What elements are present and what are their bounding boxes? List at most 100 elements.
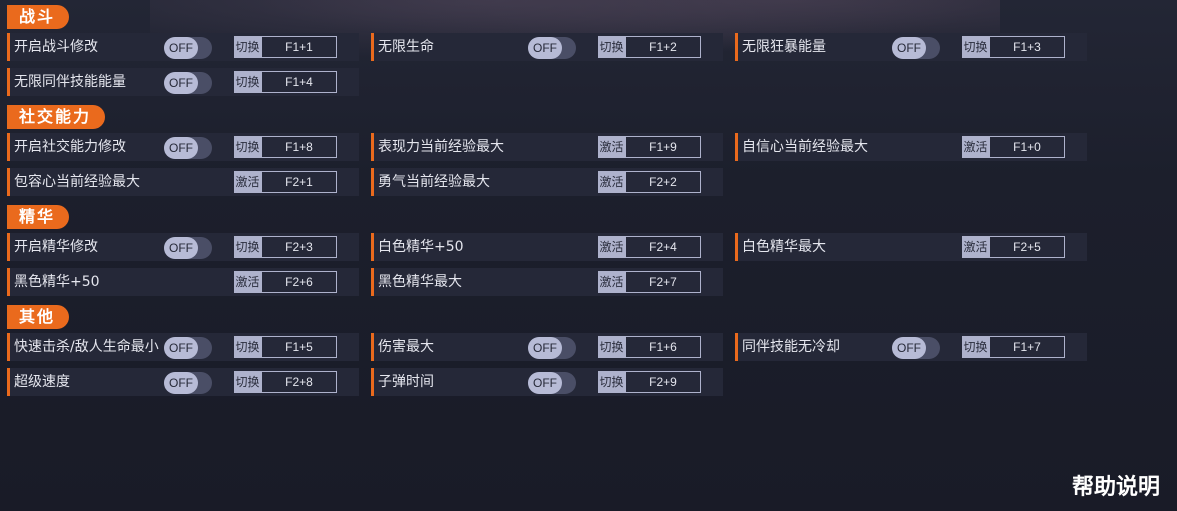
hotkey-field[interactable]: F1+5 — [261, 336, 337, 358]
hotkey-action-label: 激活 — [234, 171, 261, 193]
hotkey-action-label: 激活 — [962, 236, 989, 258]
hotkey-group: 切换 F2+9 — [598, 371, 701, 393]
option-label: 勇气当前经验最大 — [378, 174, 490, 190]
option-label: 开启社交能力修改 — [14, 139, 126, 155]
hotkey-action-label: 切换 — [598, 336, 625, 358]
hotkey-field[interactable]: F2+4 — [625, 236, 701, 258]
hotkey-field[interactable]: F2+7 — [625, 271, 701, 293]
hotkey-action-label: 切换 — [962, 36, 989, 58]
hotkey-group: 切换 F1+1 — [234, 36, 337, 58]
option-toggle[interactable]: OFF — [164, 237, 212, 259]
hotkey-action-label: 切换 — [234, 371, 261, 393]
section-title: 其他 — [7, 305, 70, 329]
toggle-knob: OFF — [892, 37, 926, 59]
toggle-knob: OFF — [528, 37, 562, 59]
hotkey-field[interactable]: F2+6 — [261, 271, 337, 293]
hotkey-group: 切换 F2+8 — [234, 371, 337, 393]
hotkey-group: 激活 F1+9 — [598, 136, 701, 158]
toggle-knob: OFF — [528, 372, 562, 394]
option-label: 自信心当前经验最大 — [742, 139, 868, 155]
hotkey-field[interactable]: F1+1 — [261, 36, 337, 58]
hotkey-action-label: 切换 — [234, 136, 261, 158]
hotkey-action-label: 切换 — [234, 236, 261, 258]
hotkey-action-label: 切换 — [234, 36, 261, 58]
hotkey-field[interactable]: F1+0 — [989, 136, 1065, 158]
cheat-option-row: 伤害最大 OFF 切换 F1+6 — [371, 333, 723, 361]
hotkey-field[interactable]: F2+9 — [625, 371, 701, 393]
option-label: 无限生命 — [378, 39, 434, 55]
option-toggle[interactable]: OFF — [164, 37, 212, 59]
option-toggle[interactable]: OFF — [528, 37, 576, 59]
cheat-option-row: 子弹时间 OFF 切换 F2+9 — [371, 368, 723, 396]
option-label: 子弹时间 — [378, 374, 434, 390]
hotkey-group: 激活 F2+4 — [598, 236, 701, 258]
hotkey-action-label: 激活 — [598, 271, 625, 293]
option-label: 开启战斗修改 — [14, 39, 98, 55]
hotkey-group: 切换 F1+3 — [962, 36, 1065, 58]
cheat-option-row: 开启战斗修改 OFF 切换 F1+1 — [7, 33, 359, 61]
hotkey-action-label: 激活 — [598, 236, 625, 258]
toggle-knob: OFF — [164, 337, 198, 359]
hotkey-field[interactable]: F2+5 — [989, 236, 1065, 258]
cheat-option-row: 表现力当前经验最大 激活 F1+9 — [371, 133, 723, 161]
hotkey-field[interactable]: F2+3 — [261, 236, 337, 258]
option-label: 包容心当前经验最大 — [14, 174, 140, 190]
toggle-knob: OFF — [164, 72, 198, 94]
hotkey-action-label: 切换 — [598, 371, 625, 393]
hotkey-action-label: 激活 — [234, 271, 261, 293]
hotkey-group: 切换 F1+7 — [962, 336, 1065, 358]
hotkey-field[interactable]: F2+1 — [261, 171, 337, 193]
toggle-knob: OFF — [164, 137, 198, 159]
option-toggle[interactable]: OFF — [528, 372, 576, 394]
hotkey-field[interactable]: F1+2 — [625, 36, 701, 58]
hotkey-group: 切换 F1+4 — [234, 71, 337, 93]
option-toggle[interactable]: OFF — [164, 137, 212, 159]
hotkey-group: 切换 F2+3 — [234, 236, 337, 258]
option-label: 无限狂暴能量 — [742, 39, 826, 55]
option-label: 白色精华最大 — [742, 239, 826, 255]
cheat-option-row: 白色精华+50 激活 F2+4 — [371, 233, 723, 261]
hotkey-group: 切换 F1+8 — [234, 136, 337, 158]
option-toggle[interactable]: OFF — [892, 337, 940, 359]
hotkey-group: 激活 F2+1 — [234, 171, 337, 193]
hotkey-field[interactable]: F2+8 — [261, 371, 337, 393]
option-toggle[interactable]: OFF — [892, 37, 940, 59]
option-toggle[interactable]: OFF — [164, 372, 212, 394]
hotkey-field[interactable]: F1+3 — [989, 36, 1065, 58]
option-toggle[interactable]: OFF — [164, 72, 212, 94]
hotkey-field[interactable]: F1+8 — [261, 136, 337, 158]
cheat-option-row: 白色精华最大 激活 F2+5 — [735, 233, 1087, 261]
hotkey-group: 切换 F1+2 — [598, 36, 701, 58]
cheat-option-row: 快速击杀/敌人生命最小 OFF 切换 F1+5 — [7, 333, 359, 361]
hotkey-field[interactable]: F1+6 — [625, 336, 701, 358]
hotkey-action-label: 切换 — [234, 336, 261, 358]
hotkey-action-label: 切换 — [234, 71, 261, 93]
section-title: 精华 — [7, 205, 70, 229]
toggle-knob: OFF — [164, 237, 198, 259]
help-button[interactable]: 帮助说明 — [1072, 469, 1160, 501]
hotkey-field[interactable]: F1+7 — [989, 336, 1065, 358]
cheat-option-row: 开启社交能力修改 OFF 切换 F1+8 — [7, 133, 359, 161]
cheat-option-row: 黑色精华最大 激活 F2+7 — [371, 268, 723, 296]
hotkey-group: 激活 F2+5 — [962, 236, 1065, 258]
cheat-option-row: 无限同伴技能能量 OFF 切换 F1+4 — [7, 68, 359, 96]
option-toggle[interactable]: OFF — [164, 337, 212, 359]
hotkey-group: 激活 F2+7 — [598, 271, 701, 293]
cheat-option-row: 自信心当前经验最大 激活 F1+0 — [735, 133, 1087, 161]
toggle-knob: OFF — [892, 337, 926, 359]
hotkey-group: 激活 F2+6 — [234, 271, 337, 293]
hotkey-group: 切换 F1+5 — [234, 336, 337, 358]
cheat-option-row: 无限生命 OFF 切换 F1+2 — [371, 33, 723, 61]
hotkey-action-label: 激活 — [598, 171, 625, 193]
option-label: 开启精华修改 — [14, 239, 98, 255]
option-label: 快速击杀/敌人生命最小 — [14, 339, 159, 355]
option-toggle[interactable]: OFF — [528, 337, 576, 359]
hotkey-field[interactable]: F2+2 — [625, 171, 701, 193]
option-label: 无限同伴技能能量 — [14, 74, 126, 90]
option-label: 表现力当前经验最大 — [378, 139, 504, 155]
hotkey-field[interactable]: F1+4 — [261, 71, 337, 93]
hotkey-field[interactable]: F1+9 — [625, 136, 701, 158]
cheat-option-row: 同伴技能无冷却 OFF 切换 F1+7 — [735, 333, 1087, 361]
option-label: 黑色精华+50 — [14, 274, 100, 290]
section-title: 战斗 — [7, 5, 70, 29]
